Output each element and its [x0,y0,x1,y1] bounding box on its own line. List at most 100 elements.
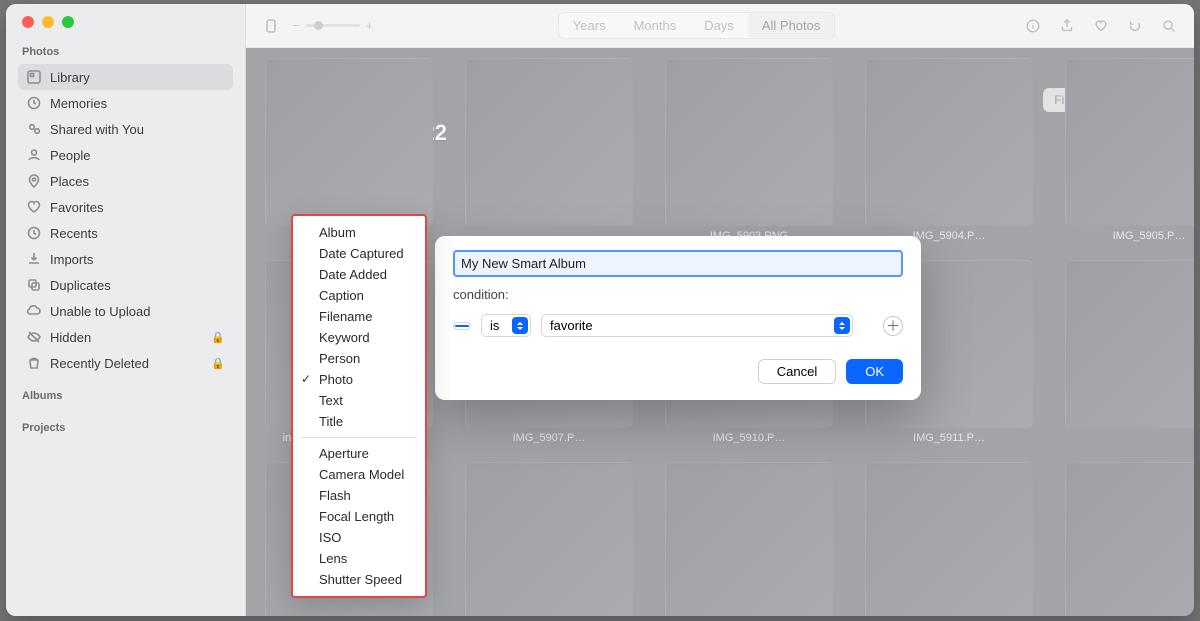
dropdown-option[interactable]: Date Captured [293,243,425,264]
dropdown-option[interactable]: Caption [293,285,425,306]
dropdown-separator [301,437,417,438]
lock-icon: 🔒 [211,357,225,370]
share-icon[interactable] [1054,13,1080,39]
photo-thumb[interactable] [460,462,638,616]
rule-operator-select[interactable]: is [481,314,531,337]
sidebar-section-photos: Photos [18,42,233,64]
photo-thumb[interactable]: IMG_5903.PNG [660,58,838,242]
dropdown-option[interactable]: Title [293,411,425,432]
sidebar-item-label: People [50,148,225,163]
dropdown-option[interactable]: Album [293,222,425,243]
sidebar-item-recents[interactable]: Recents [18,220,233,246]
dropdown-option[interactable]: Keyword [293,327,425,348]
maximize-window-button[interactable] [62,16,74,28]
library-icon [26,69,42,85]
sidebar-section-projects[interactable]: Projects [18,418,233,440]
sidebar-item-favorites[interactable]: Favorites [18,194,233,220]
duplicates-icon [26,277,42,293]
search-icon[interactable] [1156,13,1182,39]
seg-days[interactable]: Days [690,13,748,38]
album-name-input[interactable] [453,250,903,277]
photo-thumb[interactable]: IMG_5905.P… [1060,58,1194,242]
zoom-control[interactable]: − + [292,18,373,33]
shared-icon [26,121,42,137]
clock-icon [26,225,42,241]
places-icon [26,173,42,189]
info-icon[interactable] [1020,13,1046,39]
dropdown-option[interactable]: ISO [293,527,425,548]
heart-icon [26,199,42,215]
sidebar-section-albums[interactable]: Albums [18,386,233,408]
sidebar-item-shared[interactable]: Shared with You [18,116,233,142]
ok-button[interactable]: OK [846,359,903,384]
dropdown-option[interactable]: Lens [293,548,425,569]
sidebar-item-imports[interactable]: Imports [18,246,233,272]
favorite-icon[interactable] [1088,13,1114,39]
photo-thumb[interactable] [460,58,638,242]
photo-thumb[interactable] [860,462,1038,616]
sidebar-item-recently-deleted[interactable]: Recently Deleted 🔒 [18,350,233,376]
select-arrows-icon [455,325,469,327]
sidebar-item-people[interactable]: People [18,142,233,168]
minimize-window-button[interactable] [42,16,54,28]
rule-row: is favorite ＋ [453,314,903,337]
close-window-button[interactable] [22,16,34,28]
dropdown-option[interactable]: Text [293,390,425,411]
dropdown-option[interactable]: Focal Length [293,506,425,527]
zoom-in-label[interactable]: + [366,18,374,33]
rule-value-select[interactable]: favorite [541,314,853,337]
rule-field-select[interactable] [453,322,471,330]
dropdown-option[interactable]: Filename [293,306,425,327]
sidebar-item-unable-upload[interactable]: Unable to Upload [18,298,233,324]
cloud-alert-icon [26,303,42,319]
photo-thumb[interactable] [1060,462,1194,616]
sidebar-item-hidden[interactable]: Hidden 🔒 [18,324,233,350]
sidebar: Photos Library Memories Shared with You … [6,4,246,616]
rotate-device-icon[interactable] [258,13,284,39]
sidebar-item-places[interactable]: Places [18,168,233,194]
sidebar-item-label: Hidden [50,330,203,345]
sidebar-item-label: Unable to Upload [50,304,225,319]
people-icon [26,147,42,163]
condition-label: condition: [453,287,509,302]
dropdown-option[interactable]: Aperture [293,443,425,464]
sidebar-item-label: Recents [50,226,225,241]
rule-field-dropdown: Album Date Captured Date Added Caption F… [291,214,427,598]
sidebar-item-label: Library [50,70,225,85]
photo-thumb[interactable] [1060,260,1194,444]
smart-album-dialog: condition: is favorite ＋ Cancel OK [435,236,921,400]
sidebar-item-memories[interactable]: Memories [18,90,233,116]
sidebar-item-duplicates[interactable]: Duplicates [18,272,233,298]
dropdown-option[interactable]: Person [293,348,425,369]
lock-icon: 🔒 [211,331,225,344]
sidebar-item-label: Recently Deleted [50,356,203,371]
seg-months[interactable]: Months [620,13,691,38]
sidebar-item-label: Places [50,174,225,189]
photo-thumb[interactable]: IMG_5904.P… [860,58,1038,242]
add-rule-button[interactable]: ＋ [883,316,903,336]
toolbar: − + Years Months Days All Photos [246,4,1194,48]
seg-all-photos[interactable]: All Photos [748,13,835,38]
zoom-out-label[interactable]: − [292,18,300,33]
dropdown-option[interactable]: Shutter Speed [293,569,425,590]
photos-app-window: Photos Library Memories Shared with You … [6,4,1194,616]
dropdown-option[interactable]: Photo [293,369,425,390]
zoom-slider[interactable] [306,24,360,27]
sidebar-item-label: Imports [50,252,225,267]
sidebar-item-library[interactable]: Library [18,64,233,90]
rotate-icon[interactable] [1122,13,1148,39]
window-controls [18,12,233,42]
photo-thumb[interactable] [660,462,838,616]
import-icon [26,251,42,267]
dropdown-option[interactable]: Flash [293,485,425,506]
sidebar-item-label: Shared with You [50,122,225,137]
select-arrows-icon [512,317,528,334]
hidden-icon [26,329,42,345]
trash-icon [26,355,42,371]
dropdown-option[interactable]: Date Added [293,264,425,285]
rule-operator-value: is [490,318,499,333]
cancel-button[interactable]: Cancel [758,359,836,384]
rule-value-value: favorite [550,318,593,333]
dropdown-option[interactable]: Camera Model [293,464,425,485]
seg-years[interactable]: Years [559,13,620,38]
